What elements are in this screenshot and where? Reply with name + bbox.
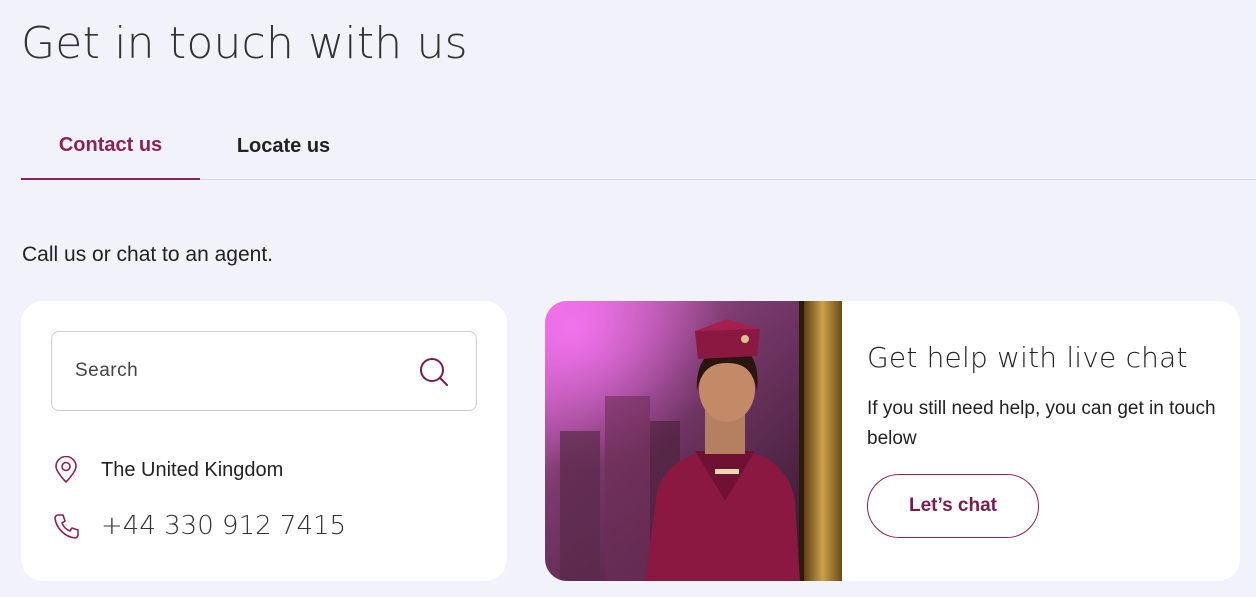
phone-icon: [53, 512, 79, 540]
map-pin-icon: [53, 456, 79, 484]
live-chat-card: Get help with live chat If you still nee…: [545, 301, 1240, 581]
tab-bar: Contact us Locate us: [21, 112, 1256, 180]
search-box: [51, 331, 477, 411]
phone-number-link[interactable]: +44 330 912 7415: [101, 511, 346, 541]
search-input[interactable]: [52, 332, 476, 410]
live-chat-content: Get help with live chat If you still nee…: [867, 341, 1217, 538]
cabin-crew-photo: [545, 301, 842, 581]
location-row: The United Kingdom: [53, 456, 283, 484]
live-chat-title: Get help with live chat: [867, 341, 1188, 374]
lets-chat-button[interactable]: Let’s chat: [867, 474, 1039, 538]
search-icon[interactable]: [418, 356, 450, 388]
intro-text: Call us or chat to an agent.: [22, 243, 273, 266]
phone-row: +44 330 912 7415: [53, 511, 346, 541]
contact-card: The United Kingdom +44 330 912 7415: [21, 301, 507, 581]
live-chat-description: If you still need help, you can get in t…: [867, 398, 1216, 449]
page: Get in touch with us Contact us Locate u…: [0, 0, 1256, 597]
page-title: Get in touch with us: [21, 18, 468, 69]
tab-locate-us[interactable]: Locate us: [200, 112, 367, 180]
location-text: The United Kingdom: [101, 458, 284, 481]
tab-contact-us[interactable]: Contact us: [21, 112, 200, 180]
